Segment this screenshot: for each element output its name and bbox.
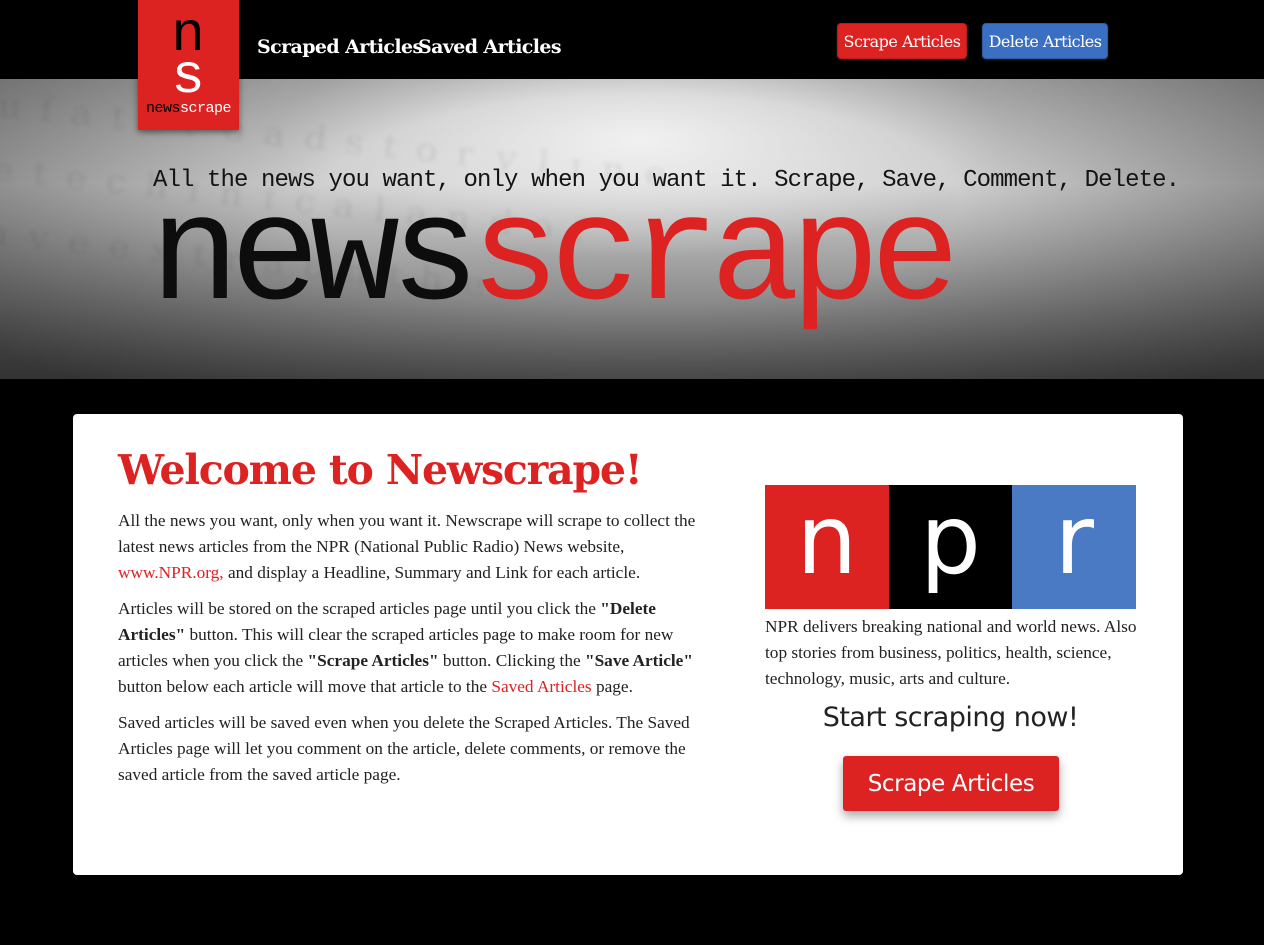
scrape-articles-button[interactable]: Scrape Articles (837, 23, 967, 59)
saved-articles-link[interactable]: Saved Articles (491, 677, 591, 696)
npr-logo-n: n (765, 484, 889, 609)
npr-logo-r: r (1012, 484, 1137, 609)
p2-bold-scrape: "Scrape Articles" (307, 651, 439, 670)
nav-link-scraped-articles[interactable]: Scraped Articles (257, 36, 423, 58)
ns-logo-icon: n s (171, 4, 205, 96)
npr-link[interactable]: www.NPR.org, (118, 563, 224, 582)
p1-text-end: and display a Headline, Summary and Link… (223, 563, 641, 582)
logo-word-scrape: scrape (180, 100, 232, 117)
intro-paragraph-2: Articles will be stored on the scraped a… (118, 596, 708, 700)
p1-text: All the news you want, only when you wan… (118, 511, 696, 556)
nav-link-saved-articles[interactable]: Saved Articles (418, 36, 562, 58)
p2-bold-save: "Save Article" (584, 651, 693, 670)
welcome-card: Welcome to Newscrape! All the news you w… (73, 414, 1183, 875)
navbar: n s newsscrape Scraped Articles Saved Ar… (0, 0, 1264, 130)
logo[interactable]: n s newsscrape (138, 0, 239, 130)
logo-wordmark: newsscrape (138, 100, 239, 117)
intro-copy: All the news you want, only when you wan… (118, 508, 708, 798)
intro-paragraph-1: All the news you want, only when you wan… (118, 508, 708, 586)
hero-title: newsscrape (150, 184, 1120, 334)
start-scraping-heading: Start scraping now! (822, 702, 1079, 733)
npr-logo: n p r (765, 484, 1137, 609)
p2-text-g: button below each article will move that… (118, 677, 492, 696)
hero-title-news: news (150, 174, 480, 344)
p2-text-h: page. (591, 677, 633, 696)
welcome-heading: Welcome to Newscrape! (118, 446, 643, 494)
logo-s: s (171, 45, 205, 96)
intro-paragraph-3: Saved articles will be saved even when y… (118, 713, 690, 784)
hero-title-scrape: scrape (470, 174, 960, 344)
npr-logo-p: p (888, 484, 1013, 609)
npr-description: NPR delivers breaking national and world… (765, 617, 1137, 688)
scrape-articles-cta-button[interactable]: Scrape Articles (843, 756, 1059, 811)
delete-articles-button[interactable]: Delete Articles (982, 23, 1108, 59)
p2-text-e: button. Clicking the (438, 651, 585, 670)
p2-text-a: Articles will be stored on the scraped a… (118, 599, 601, 618)
logo-word-news: news (145, 100, 181, 117)
